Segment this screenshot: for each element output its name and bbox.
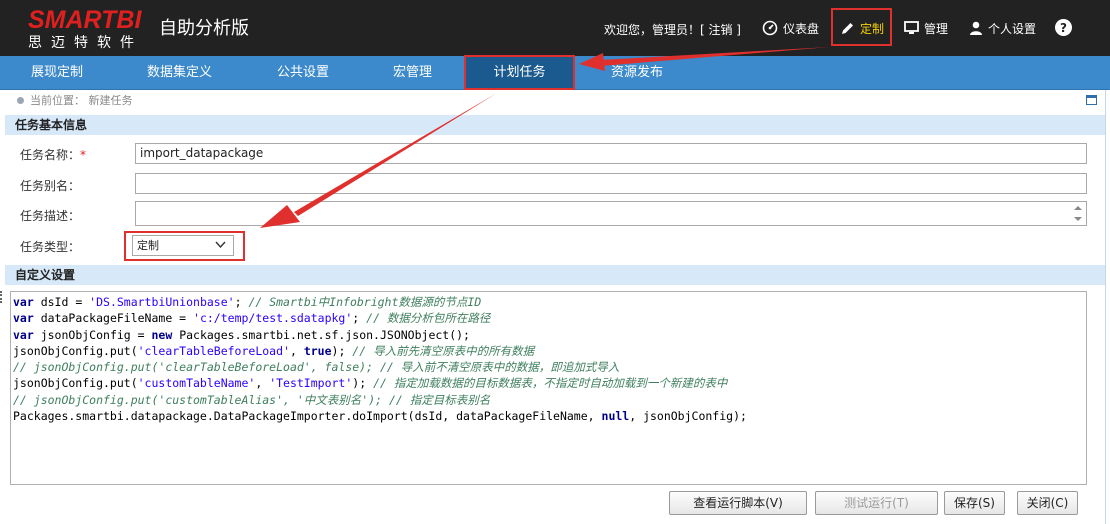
task-type-label: 任务类型： <box>20 240 81 254</box>
section-custom-settings: 自定义设置 <box>5 265 1105 285</box>
required-marker: * <box>80 148 87 162</box>
task-name-label: 任务名称：* <box>20 146 86 163</box>
logo-subtitle: 思迈特软件 <box>28 35 143 51</box>
task-alias-label: 任务别名： <box>20 179 81 193</box>
view-run-script-button[interactable]: 查看运行脚本(V) <box>669 491 807 515</box>
personal-settings-menu[interactable]: 个人设置 <box>969 18 1036 38</box>
scroll-down-arrow-icon[interactable] <box>1074 217 1082 221</box>
monitor-icon <box>904 21 919 34</box>
task-name-input[interactable]: import_datapackage <box>135 143 1087 164</box>
code-line-1: var dsId = 'DS.SmartbiUnionbase'; // Sma… <box>13 295 482 309</box>
breadcrumb: 当前位置： 新建任务 <box>5 90 1105 112</box>
code-line-6: jsonObjConfig.put('customTableName', 'Te… <box>13 376 728 391</box>
code-line-2: var dataPackageFileName = 'c:/temp/test.… <box>13 311 491 326</box>
app-title: 自助分析版 <box>159 18 249 39</box>
nav-tab-public-settings[interactable]: 公共设置 <box>277 56 329 90</box>
manage-label: 管理 <box>924 21 949 36</box>
code-line-8: Packages.smartbi.datapackage.DataPackage… <box>13 409 747 424</box>
nav-tab-resource-publish[interactable]: 资源发布 <box>611 56 663 90</box>
maximize-icon[interactable] <box>1086 95 1097 105</box>
code-line-4: jsonObjConfig.put('clearTableBeforeLoad'… <box>13 343 535 358</box>
save-button[interactable]: 保存(S) <box>944 491 1005 515</box>
task-name-label-text: 任务名称： <box>20 148 81 162</box>
code-line-5: // jsonObjConfig.put('clearTableBeforeLo… <box>13 360 620 375</box>
dashboard-label: 仪表盘 <box>783 21 820 36</box>
close-button[interactable]: 关闭(C) <box>1017 491 1078 515</box>
top-header: SMARTBI 思迈特软件 自助分析版 欢迎您，管理员！[ 注销 ] 仪表盘 定… <box>0 0 1110 56</box>
panel-border <box>1105 90 1106 524</box>
logo-wordmark: SMARTBI <box>28 6 142 34</box>
section-basic-info: 任务基本信息 <box>5 115 1105 135</box>
highlight-box-task-type <box>124 231 245 261</box>
highlight-box-scheduled-tasks <box>464 55 575 90</box>
manage-menu[interactable]: 管理 <box>904 18 948 38</box>
breadcrumb-bullet-icon <box>17 97 24 104</box>
script-code-editor[interactable]: var dsId = 'DS.SmartbiUnionbase'; // Sma… <box>10 291 1087 485</box>
dashboard-menu[interactable]: 仪表盘 <box>762 18 819 38</box>
nav-tab-display-custom[interactable]: 展现定制 <box>31 56 83 90</box>
task-alias-input[interactable] <box>135 173 1087 194</box>
test-run-button[interactable]: 测试运行(T) <box>815 491 938 515</box>
task-description-textarea[interactable] <box>135 201 1087 226</box>
personal-settings-label: 个人设置 <box>988 21 1037 36</box>
nav-tab-dataset-definition[interactable]: 数据集定义 <box>147 56 212 90</box>
task-description-label: 任务描述： <box>20 209 81 223</box>
user-icon <box>970 21 982 35</box>
breadcrumb-text: 当前位置： 新建任务 <box>30 94 133 107</box>
code-line-3: var jsonObjConfig = new Packages.smartbi… <box>13 327 470 342</box>
nav-tab-macro-management[interactable]: 宏管理 <box>393 56 432 90</box>
smartbi-logo: SMARTBI 思迈特软件 <box>28 7 146 52</box>
code-line-7: // jsonObjConfig.put('customTableAlias',… <box>13 392 491 407</box>
welcome-logout-link[interactable]: 欢迎您，管理员！[ 注销 ] <box>604 21 741 38</box>
side-splitter-handle[interactable] <box>0 291 6 303</box>
highlight-box-custom <box>831 8 892 46</box>
dashboard-gauge-icon <box>762 20 778 36</box>
help-icon[interactable]: ? <box>1055 19 1072 36</box>
scroll-up-arrow-icon[interactable] <box>1074 206 1082 210</box>
